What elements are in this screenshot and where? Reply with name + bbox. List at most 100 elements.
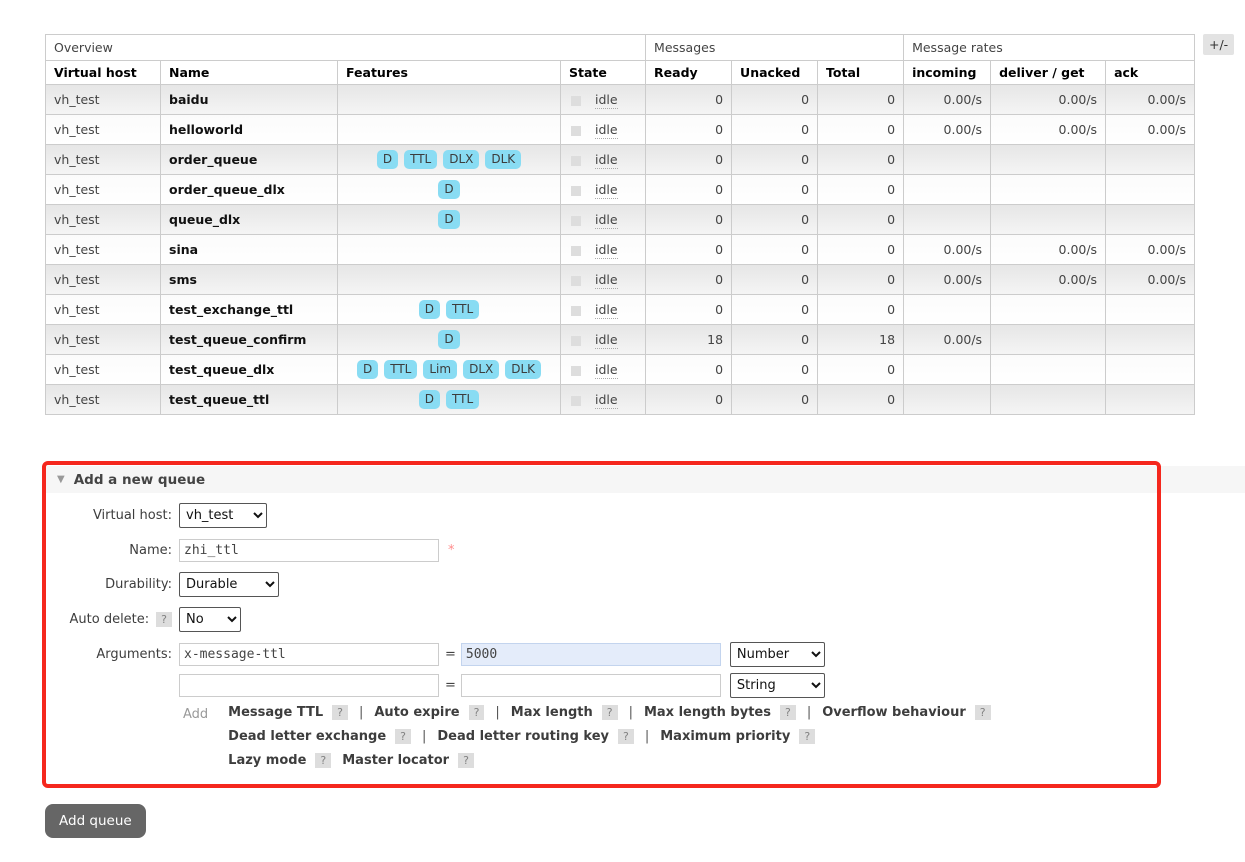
queue-name-link[interactable]: baidu: [160, 84, 338, 115]
argument-link[interactable]: Dead letter routing key: [437, 729, 609, 744]
state-indicator: [571, 215, 581, 226]
state-indicator: [571, 185, 581, 196]
virtual-host-row: Virtual host: vh_test: [45, 503, 267, 528]
queue-name-link[interactable]: test_queue_dlx: [160, 354, 338, 385]
argument-link[interactable]: Max length: [511, 705, 593, 720]
add-queue-section-header[interactable]: ▼ Add a new queue: [45, 466, 1245, 493]
help-icon[interactable]: ?: [799, 729, 816, 744]
help-icon[interactable]: ?: [315, 753, 332, 768]
help-icon[interactable]: ?: [618, 729, 634, 744]
deliver-get-cell: 0.00/s: [990, 114, 1107, 145]
col-features[interactable]: Features: [337, 60, 561, 85]
state-cell: idle: [559, 234, 647, 265]
argument-link[interactable]: Master locator: [342, 753, 449, 768]
feature-badge-dlk: DLK: [505, 360, 542, 379]
argument-link[interactable]: Max length bytes: [644, 705, 771, 720]
arguments-row-1: Arguments: = Number: [45, 642, 825, 667]
required-asterisk: *: [448, 543, 455, 558]
col-incoming[interactable]: incoming: [903, 60, 992, 85]
separator: |: [358, 705, 364, 720]
queue-name-link[interactable]: sina: [160, 234, 338, 265]
deliver-get-cell: [990, 294, 1107, 325]
column-header-row: Virtual host Name Features State Ready U…: [45, 60, 1196, 85]
queue-name-link[interactable]: queue_dlx: [160, 204, 338, 235]
help-icon[interactable]: ?: [974, 705, 991, 720]
help-icon[interactable]: ?: [779, 705, 796, 720]
column-toggle-button[interactable]: +/-: [1203, 34, 1235, 55]
argument-link[interactable]: Overflow behaviour: [822, 705, 966, 720]
argument-link[interactable]: Auto expire: [374, 705, 459, 720]
help-icon[interactable]: ?: [332, 705, 348, 720]
arguments-label: Arguments:: [96, 647, 172, 662]
state-cell: idle: [559, 174, 647, 205]
col-name[interactable]: Name: [160, 60, 338, 85]
virtual-host-select[interactable]: vh_test: [179, 503, 267, 528]
state-indicator: [571, 395, 581, 406]
argument-key-input[interactable]: [179, 643, 439, 666]
features-cell: D: [337, 174, 561, 205]
queue-name-link[interactable]: helloworld: [160, 114, 338, 145]
queue-name-link[interactable]: order_queue: [160, 144, 338, 175]
group-header-message-rates: Message rates: [903, 34, 1196, 61]
state-indicator: [571, 305, 581, 316]
argument-link[interactable]: Dead letter exchange: [228, 729, 386, 744]
queue-name-link[interactable]: test_exchange_ttl: [160, 294, 338, 325]
feature-badge-ttl: TTL: [446, 300, 480, 319]
vhost-cell: vh_test: [45, 234, 161, 265]
col-ack[interactable]: ack: [1105, 60, 1196, 85]
feature-badge-ttl: TTL: [384, 360, 418, 379]
state-label: idle: [595, 212, 618, 229]
col-state[interactable]: State: [559, 60, 647, 85]
state-indicator: [571, 95, 581, 106]
equals-sign: =: [445, 678, 456, 693]
queue-name-input[interactable]: [179, 539, 439, 562]
durability-select[interactable]: Durable: [179, 572, 279, 597]
help-icon[interactable]: ?: [458, 753, 474, 768]
deliver-get-cell: [990, 354, 1107, 385]
col-ready[interactable]: Ready: [645, 60, 733, 85]
features-cell: [337, 84, 561, 115]
queue-name-link[interactable]: sms: [160, 264, 338, 295]
argument-type-select[interactable]: Number: [729, 642, 825, 667]
help-icon[interactable]: ?: [468, 705, 485, 720]
state-cell: idle: [559, 384, 647, 415]
queue-row: vh_test test_queue_confirm Didle 18 0 18 0.00/…: [45, 324, 1196, 355]
argument-link[interactable]: Lazy mode: [228, 753, 306, 768]
argument-link[interactable]: Maximum priority: [660, 729, 790, 744]
features-cell: D TTL: [337, 294, 561, 325]
ready-cell: 0: [645, 264, 733, 295]
argument-value-input[interactable]: [460, 674, 721, 697]
queues-tbody: vh_test baidu idle 0 0 0 0.00/s 0.00/s 0.00/s vh_…: [45, 84, 1196, 415]
add-queue-button[interactable]: Add queue: [45, 804, 146, 838]
argument-type-select[interactable]: String: [729, 673, 825, 698]
col-unacked[interactable]: Unacked: [731, 60, 819, 85]
deliver-get-cell: [990, 144, 1107, 175]
auto-delete-select[interactable]: No: [179, 607, 241, 632]
ack-cell: [1105, 294, 1196, 325]
total-cell: 0: [817, 204, 905, 235]
help-icon[interactable]: ?: [156, 612, 172, 627]
col-deliver-get[interactable]: deliver / get: [990, 60, 1107, 85]
queue-name-link[interactable]: test_queue_confirm: [160, 324, 338, 355]
state-label: idle: [595, 392, 618, 409]
incoming-cell: 0.00/s: [903, 324, 992, 355]
ack-cell: [1105, 204, 1196, 235]
queue-name-link[interactable]: test_queue_ttl: [160, 384, 338, 415]
col-virtual-host[interactable]: Virtual host: [45, 60, 161, 85]
argument-key-input[interactable]: [179, 674, 439, 697]
queue-name-link[interactable]: order_queue_dlx: [160, 174, 338, 205]
separator: |: [422, 729, 427, 744]
queue-row: vh_test helloworld idle 0 0 0 0.00/s 0.00/s 0.00…: [45, 114, 1196, 145]
col-total[interactable]: Total: [817, 60, 905, 85]
vhost-cell: vh_test: [45, 144, 161, 175]
state-indicator: [571, 125, 581, 136]
argument-value-input[interactable]: [460, 643, 721, 666]
help-icon[interactable]: ?: [601, 705, 618, 720]
ready-cell: 0: [645, 174, 733, 205]
feature-badge-d: D: [438, 210, 460, 229]
help-icon[interactable]: ?: [395, 729, 411, 744]
incoming-cell: [903, 144, 992, 175]
separator: |: [628, 705, 633, 720]
equals-sign: =: [445, 647, 456, 662]
argument-link[interactable]: Message TTL: [228, 705, 323, 720]
